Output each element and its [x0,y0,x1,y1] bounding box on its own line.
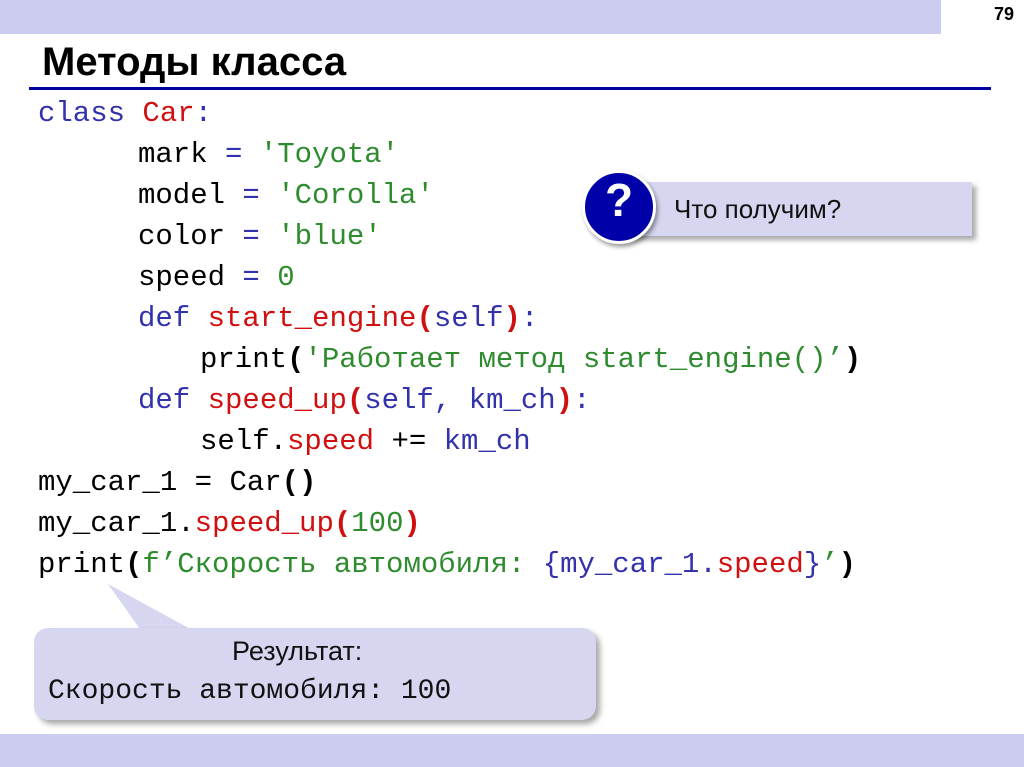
result-value: Скорость автомобиля: 100 [48,676,452,707]
result-label: Результат: [232,636,363,666]
bottom-band [0,734,1024,767]
slide: 79 Методы класса class Car: mark = 'Toyo… [0,0,1024,767]
